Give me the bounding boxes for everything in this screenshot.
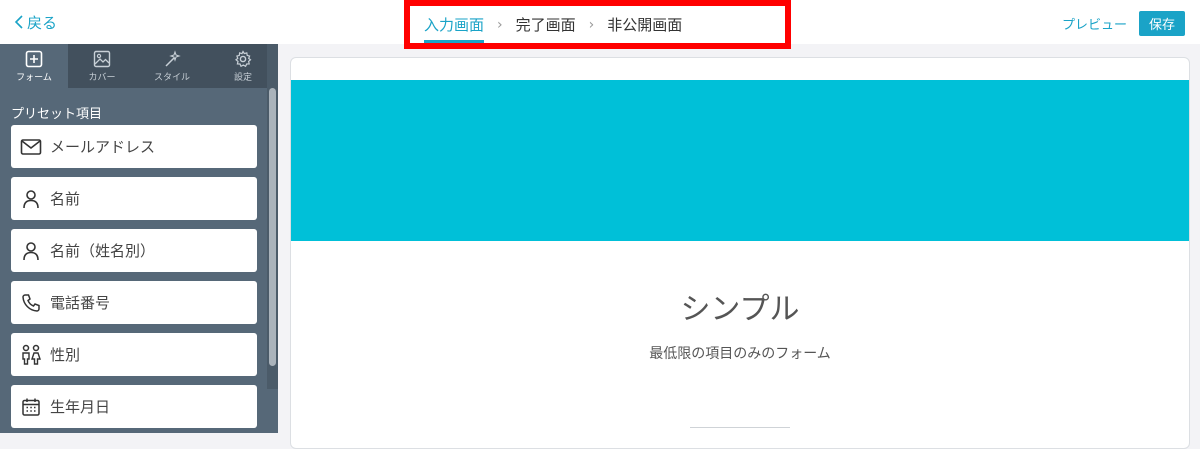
tab-style-label: スタイル xyxy=(153,73,190,83)
person-icon xyxy=(20,240,42,262)
chevron-left-icon xyxy=(14,15,23,29)
wand-icon xyxy=(163,49,181,69)
preset-item-list: メールアドレス 名前 名前（姓名別） 電話番号 性別 生年月日 xyxy=(11,125,257,437)
tab-cover-label: カバー xyxy=(88,73,116,83)
mail-icon xyxy=(20,136,42,158)
form-title[interactable]: シンプル xyxy=(291,284,1189,328)
preset-item-name-split[interactable]: 名前（姓名別） xyxy=(11,229,257,272)
back-button[interactable]: 戻る xyxy=(14,10,57,34)
preset-item-label: 電話番号 xyxy=(50,294,111,312)
step-input[interactable]: 入力画面 xyxy=(424,6,485,43)
tab-settings-label: 設定 xyxy=(233,73,252,83)
form-preview-canvas: シンプル 最低限の項目のみのフォーム xyxy=(290,57,1190,449)
sidebar-scrollbar-thumb[interactable] xyxy=(269,88,276,366)
phone-icon xyxy=(20,292,42,314)
tab-cover[interactable]: カバー xyxy=(68,44,136,88)
tab-style[interactable]: スタイル xyxy=(136,44,208,88)
person-icon xyxy=(20,188,42,210)
back-label: 戻る xyxy=(27,13,58,32)
preview-button[interactable]: プレビュー xyxy=(1062,14,1127,33)
gear-icon xyxy=(234,49,252,69)
chevron-right-icon: › xyxy=(497,16,503,33)
top-bar: 戻る 入力画面 › 完了画面 › 非公開画面 プレビュー 保存 xyxy=(0,0,1200,49)
chevron-right-icon: › xyxy=(588,16,595,33)
preset-section-title: プリセット項目 xyxy=(11,107,103,122)
step-private[interactable]: 非公開画面 xyxy=(607,6,682,43)
sidebar: フォーム カバー スタイル 設定 プリセット項目 メールアドレス 名前 名前（姓… xyxy=(0,44,278,433)
save-button[interactable]: 保存 xyxy=(1139,11,1185,36)
calendar-icon xyxy=(20,396,42,418)
form-cover[interactable] xyxy=(291,80,1189,241)
step-complete-label: 完了画面 xyxy=(515,16,576,34)
step-private-label: 非公開画面 xyxy=(607,16,683,34)
divider xyxy=(690,427,790,428)
preset-item-phone[interactable]: 電話番号 xyxy=(11,281,257,324)
step-complete[interactable]: 完了画面 xyxy=(516,6,576,43)
plus-square-icon xyxy=(25,49,43,69)
preset-item-label: 生年月日 xyxy=(50,398,111,416)
tab-form[interactable]: フォーム xyxy=(0,44,68,88)
step-input-label: 入力画面 xyxy=(424,16,485,34)
image-icon xyxy=(93,49,111,69)
tab-form-label: フォーム xyxy=(16,73,52,83)
preset-item-birthday[interactable]: 生年月日 xyxy=(11,385,257,428)
preset-item-label: 名前（姓名別） xyxy=(50,242,156,260)
gender-icon xyxy=(20,344,42,366)
preset-item-name[interactable]: 名前 xyxy=(11,177,257,220)
preset-item-label: 名前 xyxy=(50,190,81,208)
sidebar-tabs: フォーム カバー スタイル 設定 xyxy=(0,44,278,88)
preset-item-email[interactable]: メールアドレス xyxy=(11,125,257,168)
preset-item-label: 性別 xyxy=(50,346,81,364)
preset-item-label: メールアドレス xyxy=(50,138,156,156)
form-description[interactable]: 最低限の項目のみのフォーム xyxy=(291,343,1189,363)
step-navigation: 入力画面 › 完了画面 › 非公開画面 xyxy=(404,0,791,49)
preset-item-gender[interactable]: 性別 xyxy=(11,333,257,376)
